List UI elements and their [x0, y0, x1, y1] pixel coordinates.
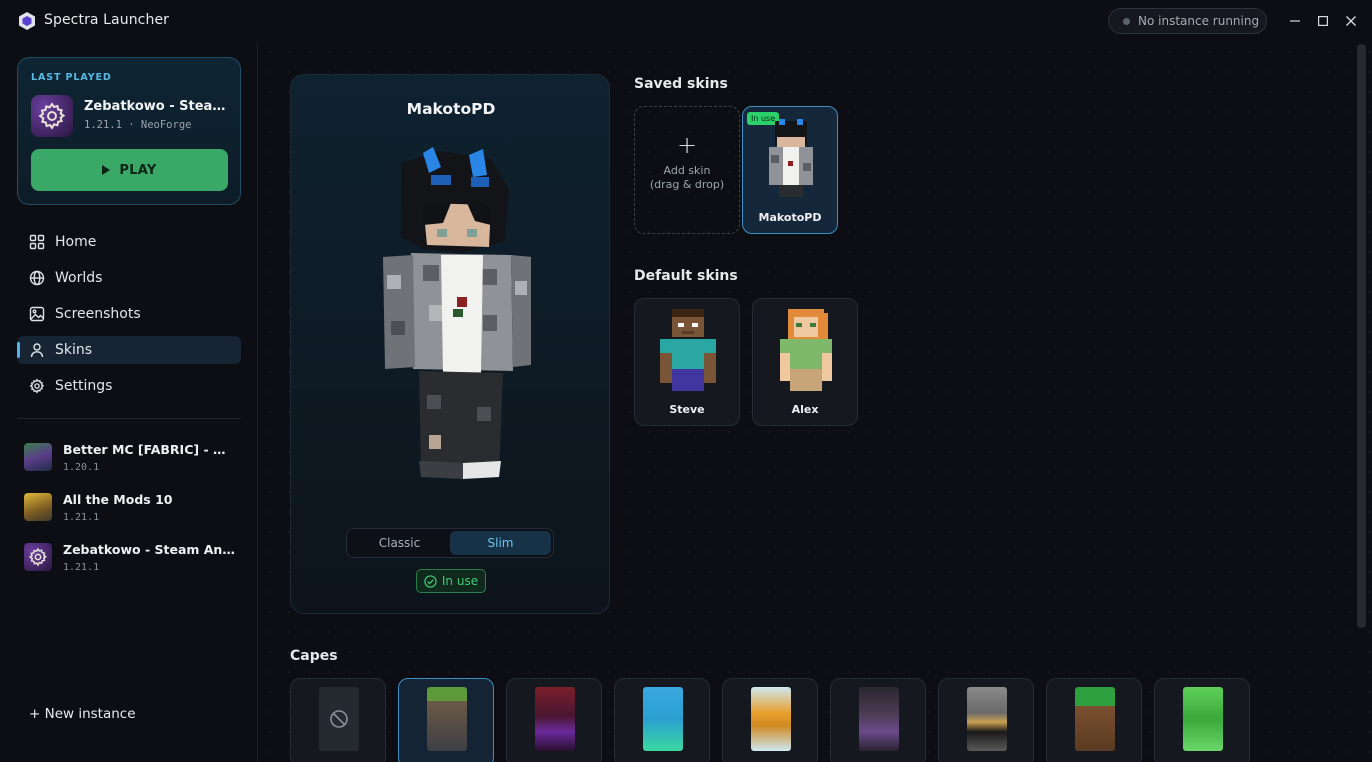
gear-icon	[38, 102, 66, 130]
default-skin-alex[interactable]: Alex	[752, 298, 858, 426]
none-icon	[330, 710, 348, 728]
check-circle-icon	[424, 574, 437, 588]
globe-icon	[29, 270, 45, 286]
instance-thumbnail	[24, 543, 52, 571]
add-skin-label: Add skin	[663, 164, 711, 177]
nav-label-worlds: Worlds	[55, 270, 103, 286]
maximize-button[interactable]	[1312, 10, 1334, 32]
default-skins-title: Default skins	[634, 268, 738, 284]
status-dot-icon	[1123, 17, 1130, 25]
model-toggle: Classic Slim	[346, 528, 554, 558]
saved-skins-title: Saved skins	[634, 76, 728, 92]
last-played-card: LAST PLAYED Zebatkowo - Steam And Sorcer…	[17, 57, 241, 205]
capes-title: Capes	[290, 648, 338, 664]
nav-label-screenshots: Screenshots	[55, 306, 141, 322]
nav-item-settings[interactable]: Settings	[17, 372, 241, 400]
cape-enderman-art	[859, 687, 899, 751]
minimize-icon	[1290, 20, 1300, 22]
instance-status-pill: No instance running	[1108, 8, 1267, 34]
cape-tree-art	[1075, 687, 1115, 751]
last-played-instance-icon	[31, 95, 73, 137]
instance-name: Better MC [FABRIC] - BMC2	[63, 442, 235, 457]
add-skin-hint: (drag & drop)	[649, 178, 725, 191]
cape-none[interactable]	[290, 678, 386, 762]
model-option-slim[interactable]: Slim	[450, 531, 551, 555]
close-button[interactable]	[1340, 10, 1362, 32]
nav-item-screenshots[interactable]: Screenshots	[17, 300, 241, 328]
cape-enderman[interactable]	[830, 678, 926, 762]
nav-label-settings: Settings	[55, 378, 113, 394]
close-icon	[1346, 16, 1356, 26]
play-button[interactable]: PLAY	[31, 149, 228, 191]
play-icon	[102, 165, 111, 175]
cape-stone-art	[967, 687, 1007, 751]
main-nav: Home Worlds Screenshots Skins Settings	[17, 228, 241, 408]
grid-icon	[29, 234, 45, 250]
instance-item[interactable]: All the Mods 10 1.21.1	[24, 488, 240, 538]
new-instance-button[interactable]: + New instance	[29, 706, 136, 722]
cape-portal[interactable]	[614, 678, 710, 762]
nav-item-home[interactable]: Home	[17, 228, 241, 256]
cape-stone[interactable]	[938, 678, 1034, 762]
saved-skin-name: MakotoPD	[758, 211, 822, 224]
plus-icon: +	[676, 131, 698, 159]
skin-thumbnail	[769, 119, 813, 197]
saved-skin-makotopd[interactable]: In use MakotoPD	[742, 106, 838, 234]
user-icon	[30, 343, 44, 358]
in-use-badge: In use	[416, 569, 486, 593]
sidebar: LAST PLAYED Zebatkowo - Steam And Sorcer…	[0, 42, 258, 762]
main-scrollbar[interactable]	[1357, 44, 1366, 628]
model-option-classic[interactable]: Classic	[349, 531, 450, 555]
title-bar: Spectra Launcher No instance running	[0, 0, 1372, 42]
cape-flame[interactable]	[722, 678, 818, 762]
nav-label-skins: Skins	[55, 342, 93, 358]
nav-label-home: Home	[55, 234, 97, 250]
cape-grass[interactable]	[398, 678, 494, 762]
default-skin-name: Alex	[791, 403, 819, 416]
skin-3d-model[interactable]	[371, 145, 531, 485]
instance-version: 1.20.1	[63, 462, 100, 473]
default-skin-name: Steve	[669, 403, 705, 416]
cape-creeper[interactable]	[1154, 678, 1250, 762]
default-skin-steve[interactable]: Steve	[634, 298, 740, 426]
instance-name: All the Mods 10	[63, 492, 173, 507]
instance-version: 1.21.1	[63, 562, 100, 573]
in-use-text: In use	[441, 574, 479, 588]
cape-creeper-art	[1183, 687, 1223, 751]
last-played-name: Zebatkowo - Steam And Sorcery	[84, 99, 230, 114]
cape-grass-art	[427, 687, 467, 751]
gear-icon	[28, 547, 47, 567]
app-title: Spectra Launcher	[44, 12, 170, 28]
last-played-version: 1.21.1 · NeoForge	[84, 119, 192, 131]
cape-flame-art	[751, 687, 791, 751]
minimize-button[interactable]	[1284, 10, 1306, 32]
add-skin-dropzone[interactable]: + Add skin (drag & drop)	[634, 106, 740, 234]
instance-list: Better MC [FABRIC] - BMC2 1.20.1 All the…	[24, 438, 240, 588]
cape-nether[interactable]	[506, 678, 602, 762]
instance-status-text: No instance running	[1138, 14, 1260, 28]
steve-skin-icon	[660, 309, 716, 391]
instance-thumbnail	[24, 493, 52, 521]
app-logo-icon	[19, 12, 35, 30]
skin-preview-card: MakotoPD Classic Slim In use	[290, 74, 610, 614]
instance-version: 1.21.1	[63, 512, 100, 523]
nav-item-skins[interactable]: Skins	[17, 336, 241, 364]
cape-tree[interactable]	[1046, 678, 1142, 762]
nav-item-worlds[interactable]: Worlds	[17, 264, 241, 292]
image-icon	[29, 306, 45, 322]
skin-preview-name: MakotoPD	[406, 100, 496, 118]
cape-portal-art	[643, 687, 683, 751]
play-label: PLAY	[119, 162, 157, 178]
add-skin-text: Add skin (drag & drop)	[635, 164, 739, 192]
cape-nether-art	[535, 687, 575, 751]
instance-thumbnail	[24, 443, 52, 471]
sidebar-divider	[17, 418, 241, 419]
alex-skin-icon	[780, 309, 832, 391]
instance-name: Zebatkowo - Steam And Sorcery	[63, 542, 235, 557]
gear-icon	[29, 378, 45, 394]
instance-item[interactable]: Better MC [FABRIC] - BMC2 1.20.1	[24, 438, 240, 488]
maximize-icon	[1318, 16, 1328, 26]
instance-item[interactable]: Zebatkowo - Steam And Sorcery 1.21.1	[24, 538, 240, 588]
last-played-label: LAST PLAYED	[31, 72, 112, 83]
